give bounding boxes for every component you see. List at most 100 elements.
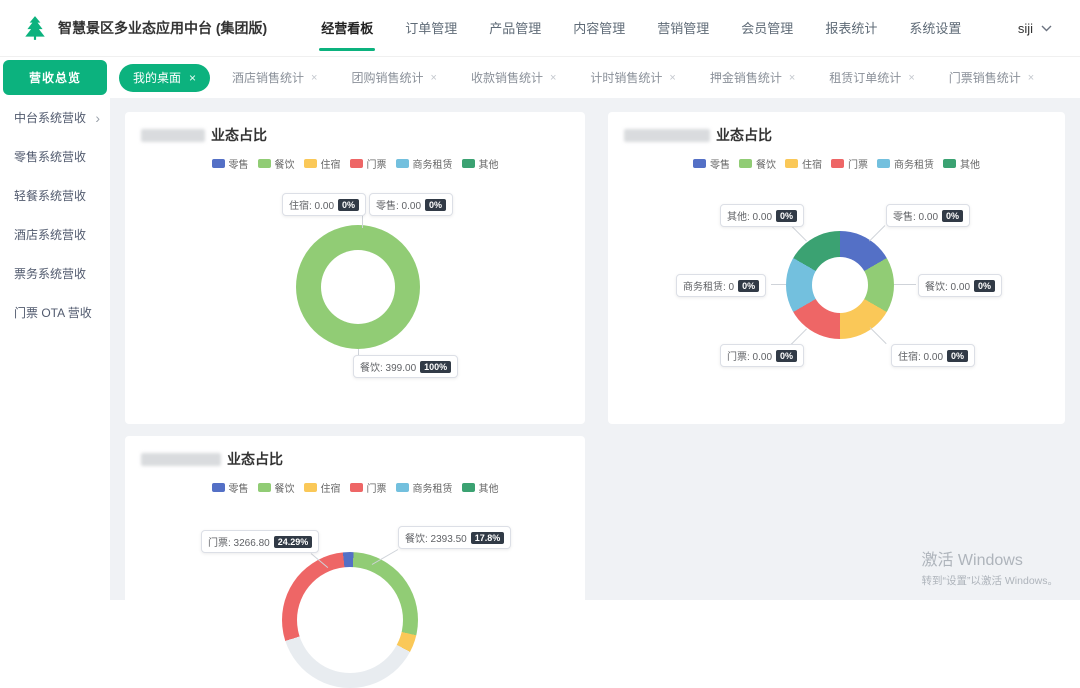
callout-text: 住宿: 0.00 [898, 352, 944, 363]
close-icon[interactable]: × [669, 72, 675, 84]
close-icon[interactable]: × [550, 72, 556, 84]
tab-label: 计时销售统计 [590, 71, 663, 85]
legend-item-other[interactable]: 其他 [461, 480, 499, 495]
tab-hotel-sales[interactable]: 酒店销售统计 × [232, 69, 317, 86]
legend-color-chip [349, 483, 363, 492]
legend-color-chip [693, 159, 706, 168]
callout-text: 住宿: 0.00 [289, 201, 335, 212]
legend-item-tickets[interactable]: 门票 [831, 156, 868, 171]
sidebar-item-label: 零售系统营收 [14, 150, 87, 164]
tab-bar: 营收总览 我的桌面 × 酒店销售统计 × 团购销售统计 × 收款销售统计 × 计… [0, 57, 1080, 98]
legend-item-lodging[interactable]: 住宿 [785, 156, 822, 171]
legend-item-retail[interactable]: 零售 [211, 480, 249, 495]
chart-3-title: 业态占比 [141, 449, 283, 469]
callout-text: 餐饮: 0.00 [925, 282, 971, 293]
legend-item-retail[interactable]: 零售 [693, 156, 730, 171]
legend-item-dining[interactable]: 餐饮 [257, 480, 295, 495]
nav-item-dashboard[interactable]: 经营看板 [305, 0, 389, 57]
redacted-merchant-name [141, 452, 221, 466]
revenue-overview-button[interactable]: 营收总览 [3, 60, 107, 95]
callout-dining: 餐饮: 0.00 0% [918, 274, 1003, 297]
redacted-merchant-name [624, 128, 710, 142]
sidebar-item-hotel-revenue[interactable]: 酒店系统营收 [0, 215, 110, 254]
donut-chart-2 [786, 231, 894, 339]
tab-my-desktop[interactable]: 我的桌面 × [119, 63, 211, 92]
legend-label: 餐饮 [274, 484, 295, 495]
callout-pct-badge: 0% [942, 209, 964, 222]
legend-color-chip [211, 483, 225, 492]
legend-label: 其他 [478, 160, 499, 171]
legend-item-tickets[interactable]: 门票 [349, 480, 387, 495]
tab-payment-sales[interactable]: 收款销售统计 × [471, 69, 556, 86]
legend-item-dining[interactable]: 餐饮 [739, 156, 776, 171]
sidebar: 中台系统营收 › 零售系统营收 轻餐系统营收 酒店系统营收 票务系统营收 门票 … [0, 98, 110, 600]
legend-item-other[interactable]: 其他 [461, 156, 499, 171]
callout-lodging: 住宿: 0.00 0% [282, 193, 367, 216]
legend-item-leasing[interactable]: 商务租赁 [395, 480, 453, 495]
callout-pct-badge: 17.8% [470, 531, 505, 544]
chart-3-legend: 零售 餐饮 住宿 门票 商务租赁 其他 [125, 480, 585, 495]
callout-pct-badge: 24.29% [273, 535, 313, 548]
callout-text: 门票: 3266.80 [208, 538, 270, 549]
legend-item-lodging[interactable]: 住宿 [303, 156, 341, 171]
sidebar-item-lightmeal-revenue[interactable]: 轻餐系统营收 [0, 176, 110, 215]
nav-item-orders[interactable]: 订单管理 [389, 0, 473, 57]
legend-label: 住宿 [320, 484, 341, 495]
legend-item-other[interactable]: 其他 [943, 156, 980, 171]
chart-2-legend: 零售 餐饮 住宿 门票 商务租赁 其他 [608, 156, 1065, 171]
legend-item-leasing[interactable]: 商务租赁 [877, 156, 934, 171]
nav-item-products[interactable]: 产品管理 [473, 0, 557, 57]
tab-group-buy-sales[interactable]: 团购销售统计 × [351, 69, 436, 86]
callout-lodging: 住宿: 0.00 0% [891, 344, 976, 367]
nav-item-members[interactable]: 会员管理 [725, 0, 809, 57]
callout-pct-badge: 0% [776, 209, 798, 222]
legend-item-tickets[interactable]: 门票 [349, 156, 387, 171]
legend-color-chip [461, 483, 475, 492]
sidebar-item-label: 轻餐系统营收 [14, 189, 87, 203]
close-icon[interactable]: × [311, 72, 317, 84]
legend-item-leasing[interactable]: 商务租赁 [395, 156, 453, 171]
app-title: 智慧景区多业态应用中台 (集团版) [58, 20, 268, 36]
nav-item-content[interactable]: 内容管理 [557, 0, 641, 57]
tab-timed-sales[interactable]: 计时销售统计 × [590, 69, 675, 86]
callout-pct-badge: 0% [338, 198, 360, 211]
close-icon[interactable]: × [189, 71, 196, 85]
tab-ticket-sales[interactable]: 门票销售统计 × [949, 69, 1034, 86]
legend-label: 住宿 [802, 160, 822, 171]
leader-line [790, 225, 807, 242]
legend-label: 住宿 [320, 160, 341, 171]
callout-text: 其他: 0.00 [727, 212, 773, 223]
tab-label: 押金销售统计 [709, 71, 782, 85]
nav-item-marketing[interactable]: 营销管理 [641, 0, 725, 57]
legend-label: 零售 [710, 160, 730, 171]
sidebar-item-ticketing-revenue[interactable]: 票务系统营收 [0, 254, 110, 293]
sidebar-item-retail-revenue[interactable]: 零售系统营收 [0, 137, 110, 176]
callout-dining: 餐饮: 399.00 100% [353, 355, 459, 378]
close-icon[interactable]: × [908, 72, 914, 84]
user-menu[interactable]: siji [1018, 21, 1052, 36]
sidebar-item-midplatform-revenue[interactable]: 中台系统营收 › [0, 98, 110, 137]
legend-label: 门票 [366, 160, 387, 171]
close-icon[interactable]: × [431, 72, 437, 84]
nav-item-settings[interactable]: 系统设置 [893, 0, 977, 57]
chart-title-text: 业态占比 [227, 451, 283, 467]
close-icon[interactable]: × [1028, 72, 1034, 84]
tab-rental-orders[interactable]: 租赁订单统计 × [829, 69, 914, 86]
open-tabs: 酒店销售统计 × 团购销售统计 × 收款销售统计 × 计时销售统计 × 押金销售… [232, 69, 1034, 86]
legend-label: 门票 [848, 160, 868, 171]
callout-pct-badge: 0% [776, 349, 798, 362]
legend-item-retail[interactable]: 零售 [211, 156, 249, 171]
legend-color-chip [395, 159, 409, 168]
donut-chart-1 [296, 225, 420, 349]
tab-deposit-sales[interactable]: 押金销售统计 × [710, 69, 795, 86]
legend-item-lodging[interactable]: 住宿 [303, 480, 341, 495]
sidebar-item-label: 票务系统营收 [14, 267, 87, 281]
close-icon[interactable]: × [789, 72, 795, 84]
legend-color-chip [831, 159, 844, 168]
legend-item-dining[interactable]: 餐饮 [257, 156, 295, 171]
logo-tree-icon [25, 16, 45, 40]
callout-retail: 零售: 0.00 0% [886, 204, 971, 227]
tab-my-desktop-label: 我的桌面 [133, 71, 182, 85]
sidebar-item-ota-revenue[interactable]: 门票 OTA 营收 [0, 293, 110, 332]
nav-item-reports[interactable]: 报表统计 [809, 0, 893, 57]
